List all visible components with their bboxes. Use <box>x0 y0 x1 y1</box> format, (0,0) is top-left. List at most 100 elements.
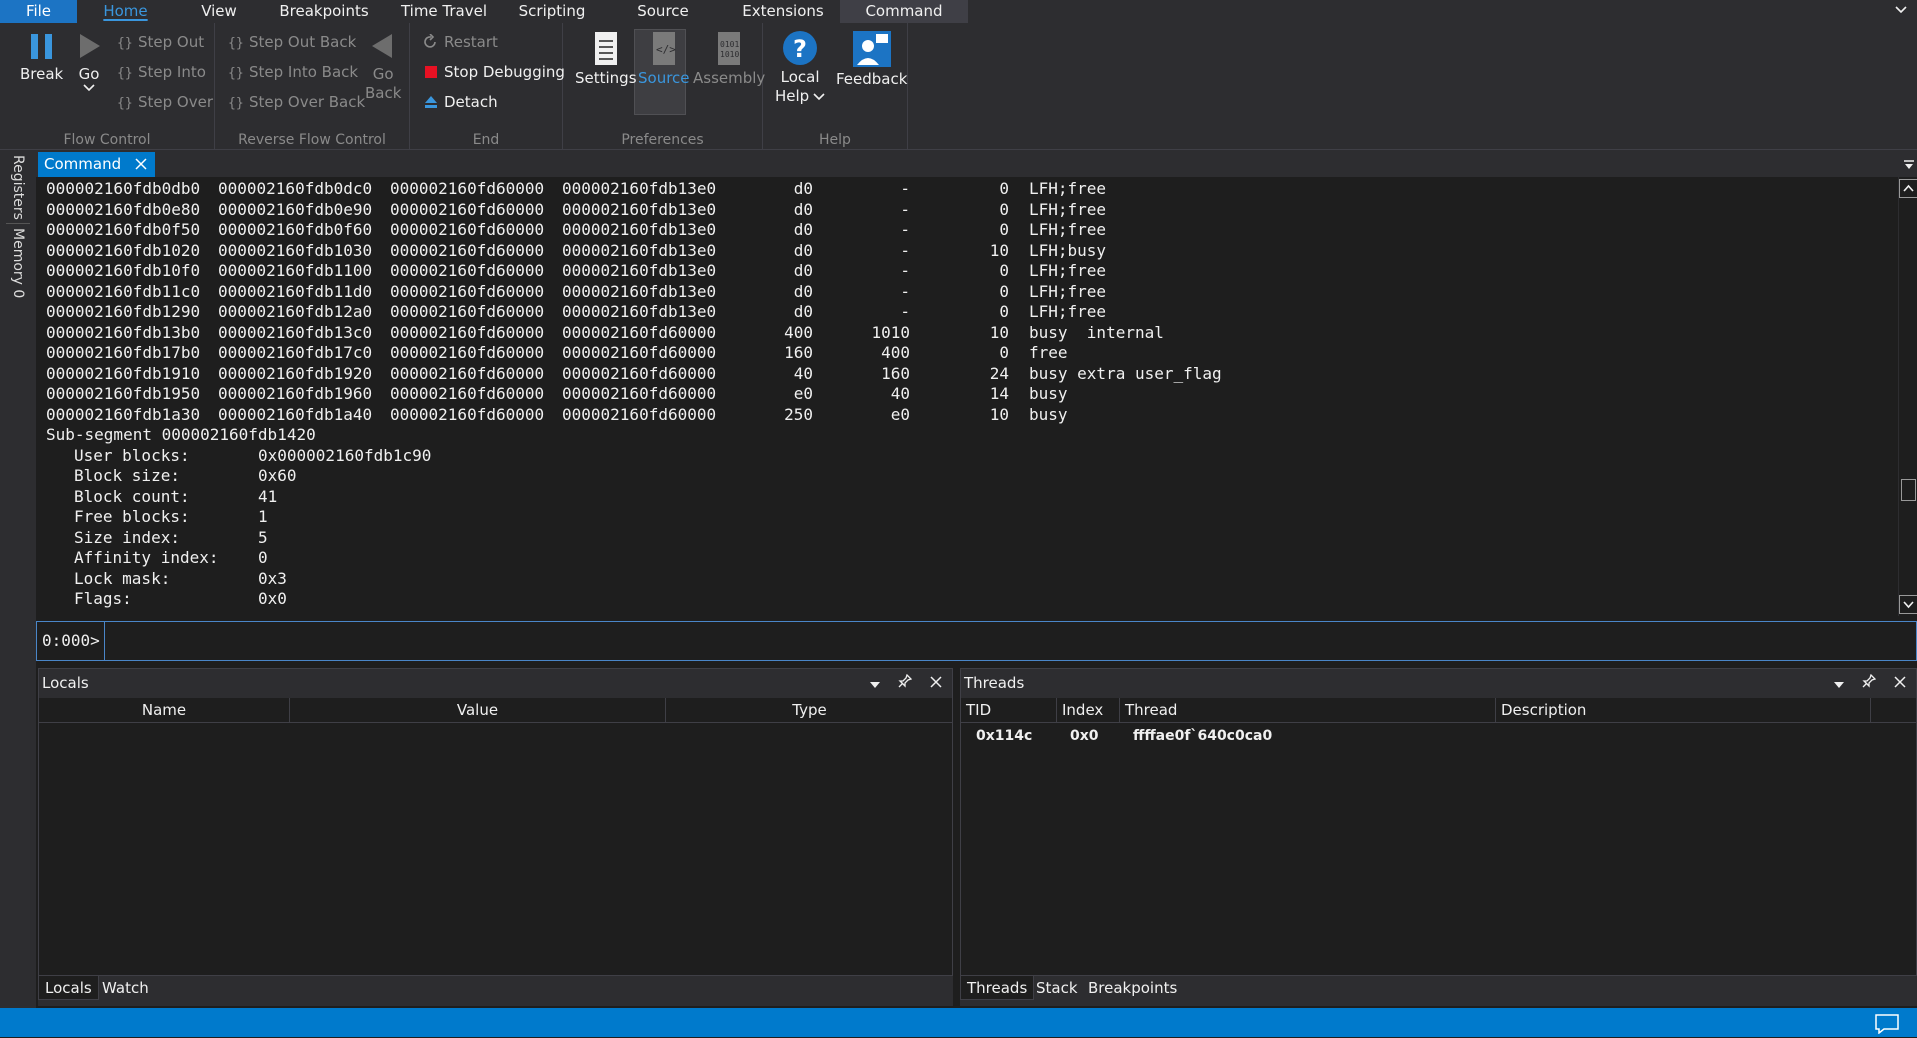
table-row[interactable]: 0x114c 0x0 ffffae0f`640c0ca0 <box>961 728 1916 748</box>
go-back-label-2: Back <box>365 84 402 102</box>
step-into-back-button[interactable]: {} Step Into Back <box>227 60 358 84</box>
chevron-down-icon <box>83 84 95 92</box>
tab-locals[interactable]: Locals <box>38 976 99 1000</box>
heap-cell: 000002160fdb0f50 <box>46 220 201 239</box>
subsegment-field: Free blocks: 1 <box>46 507 1246 528</box>
subsegment-field: Affinity index: 0 <box>46 548 1246 569</box>
heap-cell: 000002160fd60000 <box>562 322 717 342</box>
command-input[interactable] <box>107 624 1907 658</box>
step-into-button[interactable]: {} Step Into <box>116 60 206 84</box>
go-button[interactable]: Go <box>76 31 102 92</box>
side-tab-memory[interactable]: Memory 0 <box>10 228 26 298</box>
panel-menu-icon[interactable] <box>1903 156 1915 175</box>
heap-cell: 000002160fdb1950 <box>46 384 201 403</box>
heap-entry-row: 000002160fdb1290 000002160fdb12a0 00000216… <box>46 302 1886 323</box>
side-tab-strip: Registers Memory 0 <box>0 150 36 1008</box>
collapse-ribbon-chevron-icon[interactable] <box>1893 2 1909 18</box>
close-icon[interactable] <box>930 669 942 698</box>
heap-cell: 000002160fdb0f60 <box>218 220 373 239</box>
heap-cell: 000002160fdb13e0 <box>562 281 717 301</box>
heap-cell: 40 <box>793 363 813 383</box>
column-header-name[interactable]: Name <box>39 698 290 723</box>
flow-control-label: Flow Control <box>63 132 151 148</box>
menu-file[interactable]: File <box>0 0 77 23</box>
settings-button[interactable]: Settings <box>575 31 637 88</box>
menu-source[interactable]: Source <box>600 0 726 23</box>
local-help-button[interactable]: ? Local Help <box>775 29 825 106</box>
threads-header: TID Index Thread Description <box>961 698 1916 723</box>
stop-icon <box>422 63 440 81</box>
column-header-description[interactable]: Description <box>1496 698 1871 723</box>
feedback-button[interactable]: Feedback <box>836 29 907 89</box>
step-out-back-button[interactable]: {} Step Out Back <box>227 30 356 54</box>
menu-breakpoints[interactable]: Breakpoints <box>264 0 384 23</box>
heap-cell: 400 <box>784 322 813 342</box>
pin-icon[interactable] <box>1862 669 1877 698</box>
step-over-button[interactable]: {} Step Over <box>116 90 213 114</box>
stop-debugging-button[interactable]: Stop Debugging <box>422 60 565 84</box>
menu-time-travel[interactable]: Time Travel <box>384 0 504 23</box>
field-label: Affinity index: <box>74 548 219 567</box>
eject-icon <box>422 93 440 111</box>
tab-threads[interactable]: Threads <box>960 976 1035 1000</box>
svg-text:?: ? <box>793 35 807 63</box>
heap-cell: e0 <box>793 384 813 403</box>
field-value: 0x60 <box>258 466 297 485</box>
thread-index: 0x0 <box>1070 728 1099 744</box>
heap-cell: 000002160fdb13e0 <box>562 302 717 321</box>
step-over-back-button[interactable]: {} Step Over Back <box>227 90 365 114</box>
source-button[interactable]: </> Source <box>638 31 690 88</box>
dropdown-icon[interactable] <box>870 669 880 698</box>
close-icon[interactable] <box>1894 669 1906 698</box>
heap-cell: 000002160fdb0db0 <box>46 179 201 198</box>
break-button[interactable]: Break <box>20 31 63 84</box>
svg-text:1010: 1010 <box>720 50 739 59</box>
column-header-thread[interactable]: Thread <box>1120 698 1496 723</box>
tab-watch[interactable]: Watch <box>96 976 155 1000</box>
column-header-type[interactable]: Type <box>666 698 953 723</box>
detach-button[interactable]: Detach <box>422 90 498 114</box>
menu-scripting[interactable]: Scripting <box>504 0 600 23</box>
column-header-value[interactable]: Value <box>290 698 666 723</box>
command-output[interactable]: 000002160fdb0db0 000002160fdb0dc0 00000216… <box>36 177 1898 616</box>
menu-home[interactable]: Home <box>77 0 174 23</box>
heap-entry-row: 000002160fdb13b0 000002160fdb13c0 00000216… <box>46 323 1886 344</box>
menu-command[interactable]: Command <box>840 0 968 23</box>
dropdown-icon[interactable] <box>1834 669 1844 698</box>
heap-cell: 0 <box>999 179 1009 198</box>
scrollbar-thumb[interactable] <box>1901 479 1916 501</box>
tab-stack[interactable]: Stack <box>1030 976 1084 1000</box>
threads-title-bar: Threads <box>961 669 1916 698</box>
chat-feedback-icon[interactable] <box>1875 1014 1899 1038</box>
heap-cell: 000002160fd60000 <box>562 384 717 403</box>
heap-cell: d0 <box>793 261 813 280</box>
command-output-scrollbar[interactable] <box>1898 177 1917 616</box>
heap-cell: d0 <box>793 240 813 260</box>
preferences-label: Preferences <box>621 132 704 148</box>
heap-cell: 000002160fdb1290 <box>46 302 201 321</box>
side-tab-registers[interactable]: Registers <box>10 155 26 220</box>
go-back-button[interactable]: Go Back <box>365 31 401 103</box>
pin-icon[interactable] <box>898 669 913 698</box>
heap-cell: 000002160fd60000 <box>390 404 545 424</box>
heap-cell: 000002160fdb0e80 <box>46 199 201 219</box>
column-header-index[interactable]: Index <box>1057 698 1120 723</box>
heap-cell: 1010 <box>871 322 910 342</box>
assembly-button[interactable]: 0101 1010 Assembly <box>693 31 765 88</box>
scroll-up-icon[interactable] <box>1899 179 1917 198</box>
menu-extensions[interactable]: Extensions <box>726 0 840 23</box>
heap-entry-row: 000002160fdb1a30 000002160fdb1a40 00000216… <box>46 405 1886 426</box>
menu-view[interactable]: View <box>174 0 264 23</box>
menu-bar: File Home View Breakpoints Time Travel S… <box>0 0 1917 23</box>
restart-button[interactable]: Restart <box>422 30 498 54</box>
tab-command[interactable]: Command <box>38 152 155 177</box>
column-header-tid[interactable]: TID <box>961 698 1057 723</box>
tab-breakpoints[interactable]: Breakpoints <box>1082 976 1183 1000</box>
step-out-button[interactable]: {} Step Out <box>116 30 204 54</box>
play-back-icon <box>372 34 393 58</box>
heap-cell: 000002160fd60000 <box>390 322 545 342</box>
subsegment-field: User blocks: 0x000002160fdb1c90 <box>46 446 1246 467</box>
heap-cell: 000002160fdb1020 <box>46 240 201 260</box>
heap-cell: 000002160fdb17b0 <box>46 343 201 362</box>
scroll-down-icon[interactable] <box>1899 595 1917 614</box>
